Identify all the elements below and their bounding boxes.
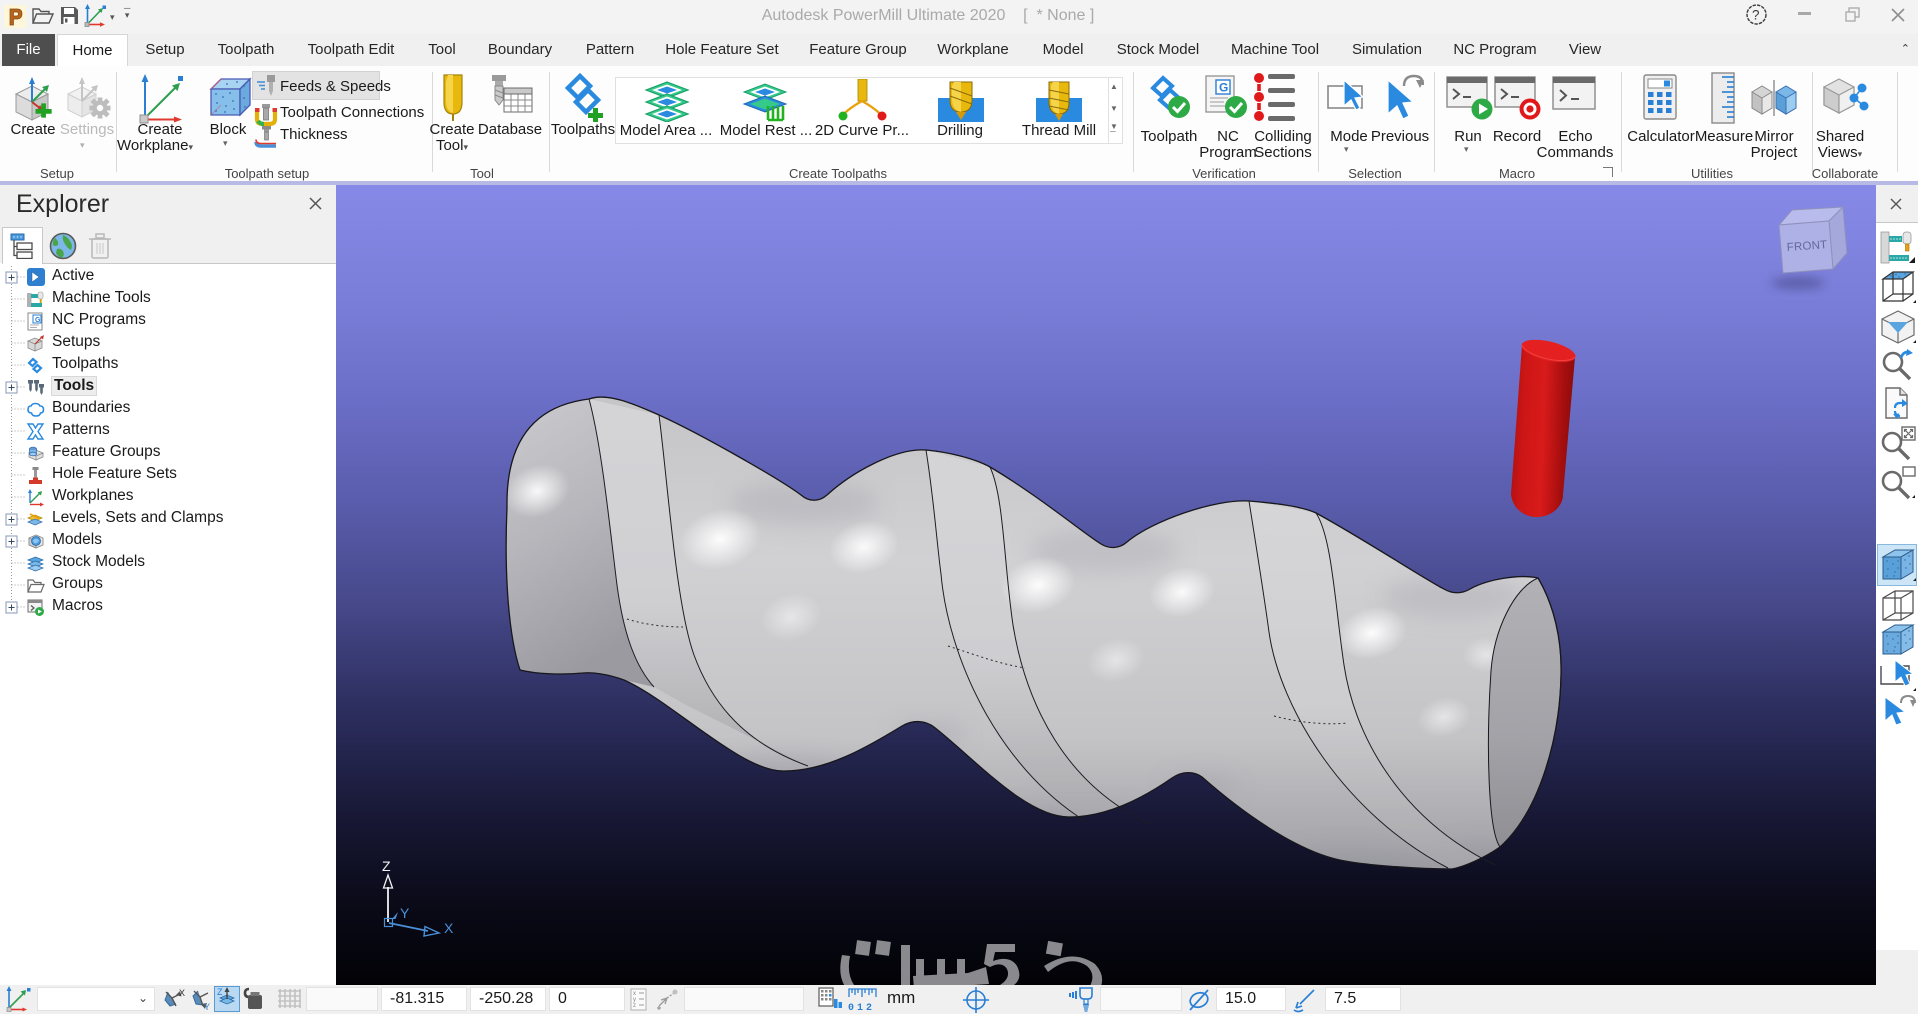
svg-text:Z: Z: [217, 987, 223, 997]
svg-text:2: 2: [866, 1003, 872, 1012]
svg-text:X: X: [179, 988, 185, 998]
svg-text:z: z: [633, 1003, 636, 1009]
svg-text:0: 0: [848, 1003, 854, 1012]
svg-text:Y: Y: [400, 905, 410, 921]
svg-text:X: X: [444, 920, 454, 936]
svg-text:G: G: [1219, 81, 1228, 95]
svg-text:1: 1: [857, 1003, 863, 1012]
svg-text:Y: Y: [204, 1002, 210, 1011]
svg-text:?: ?: [1752, 8, 1760, 23]
svg-text:Z: Z: [382, 858, 391, 874]
